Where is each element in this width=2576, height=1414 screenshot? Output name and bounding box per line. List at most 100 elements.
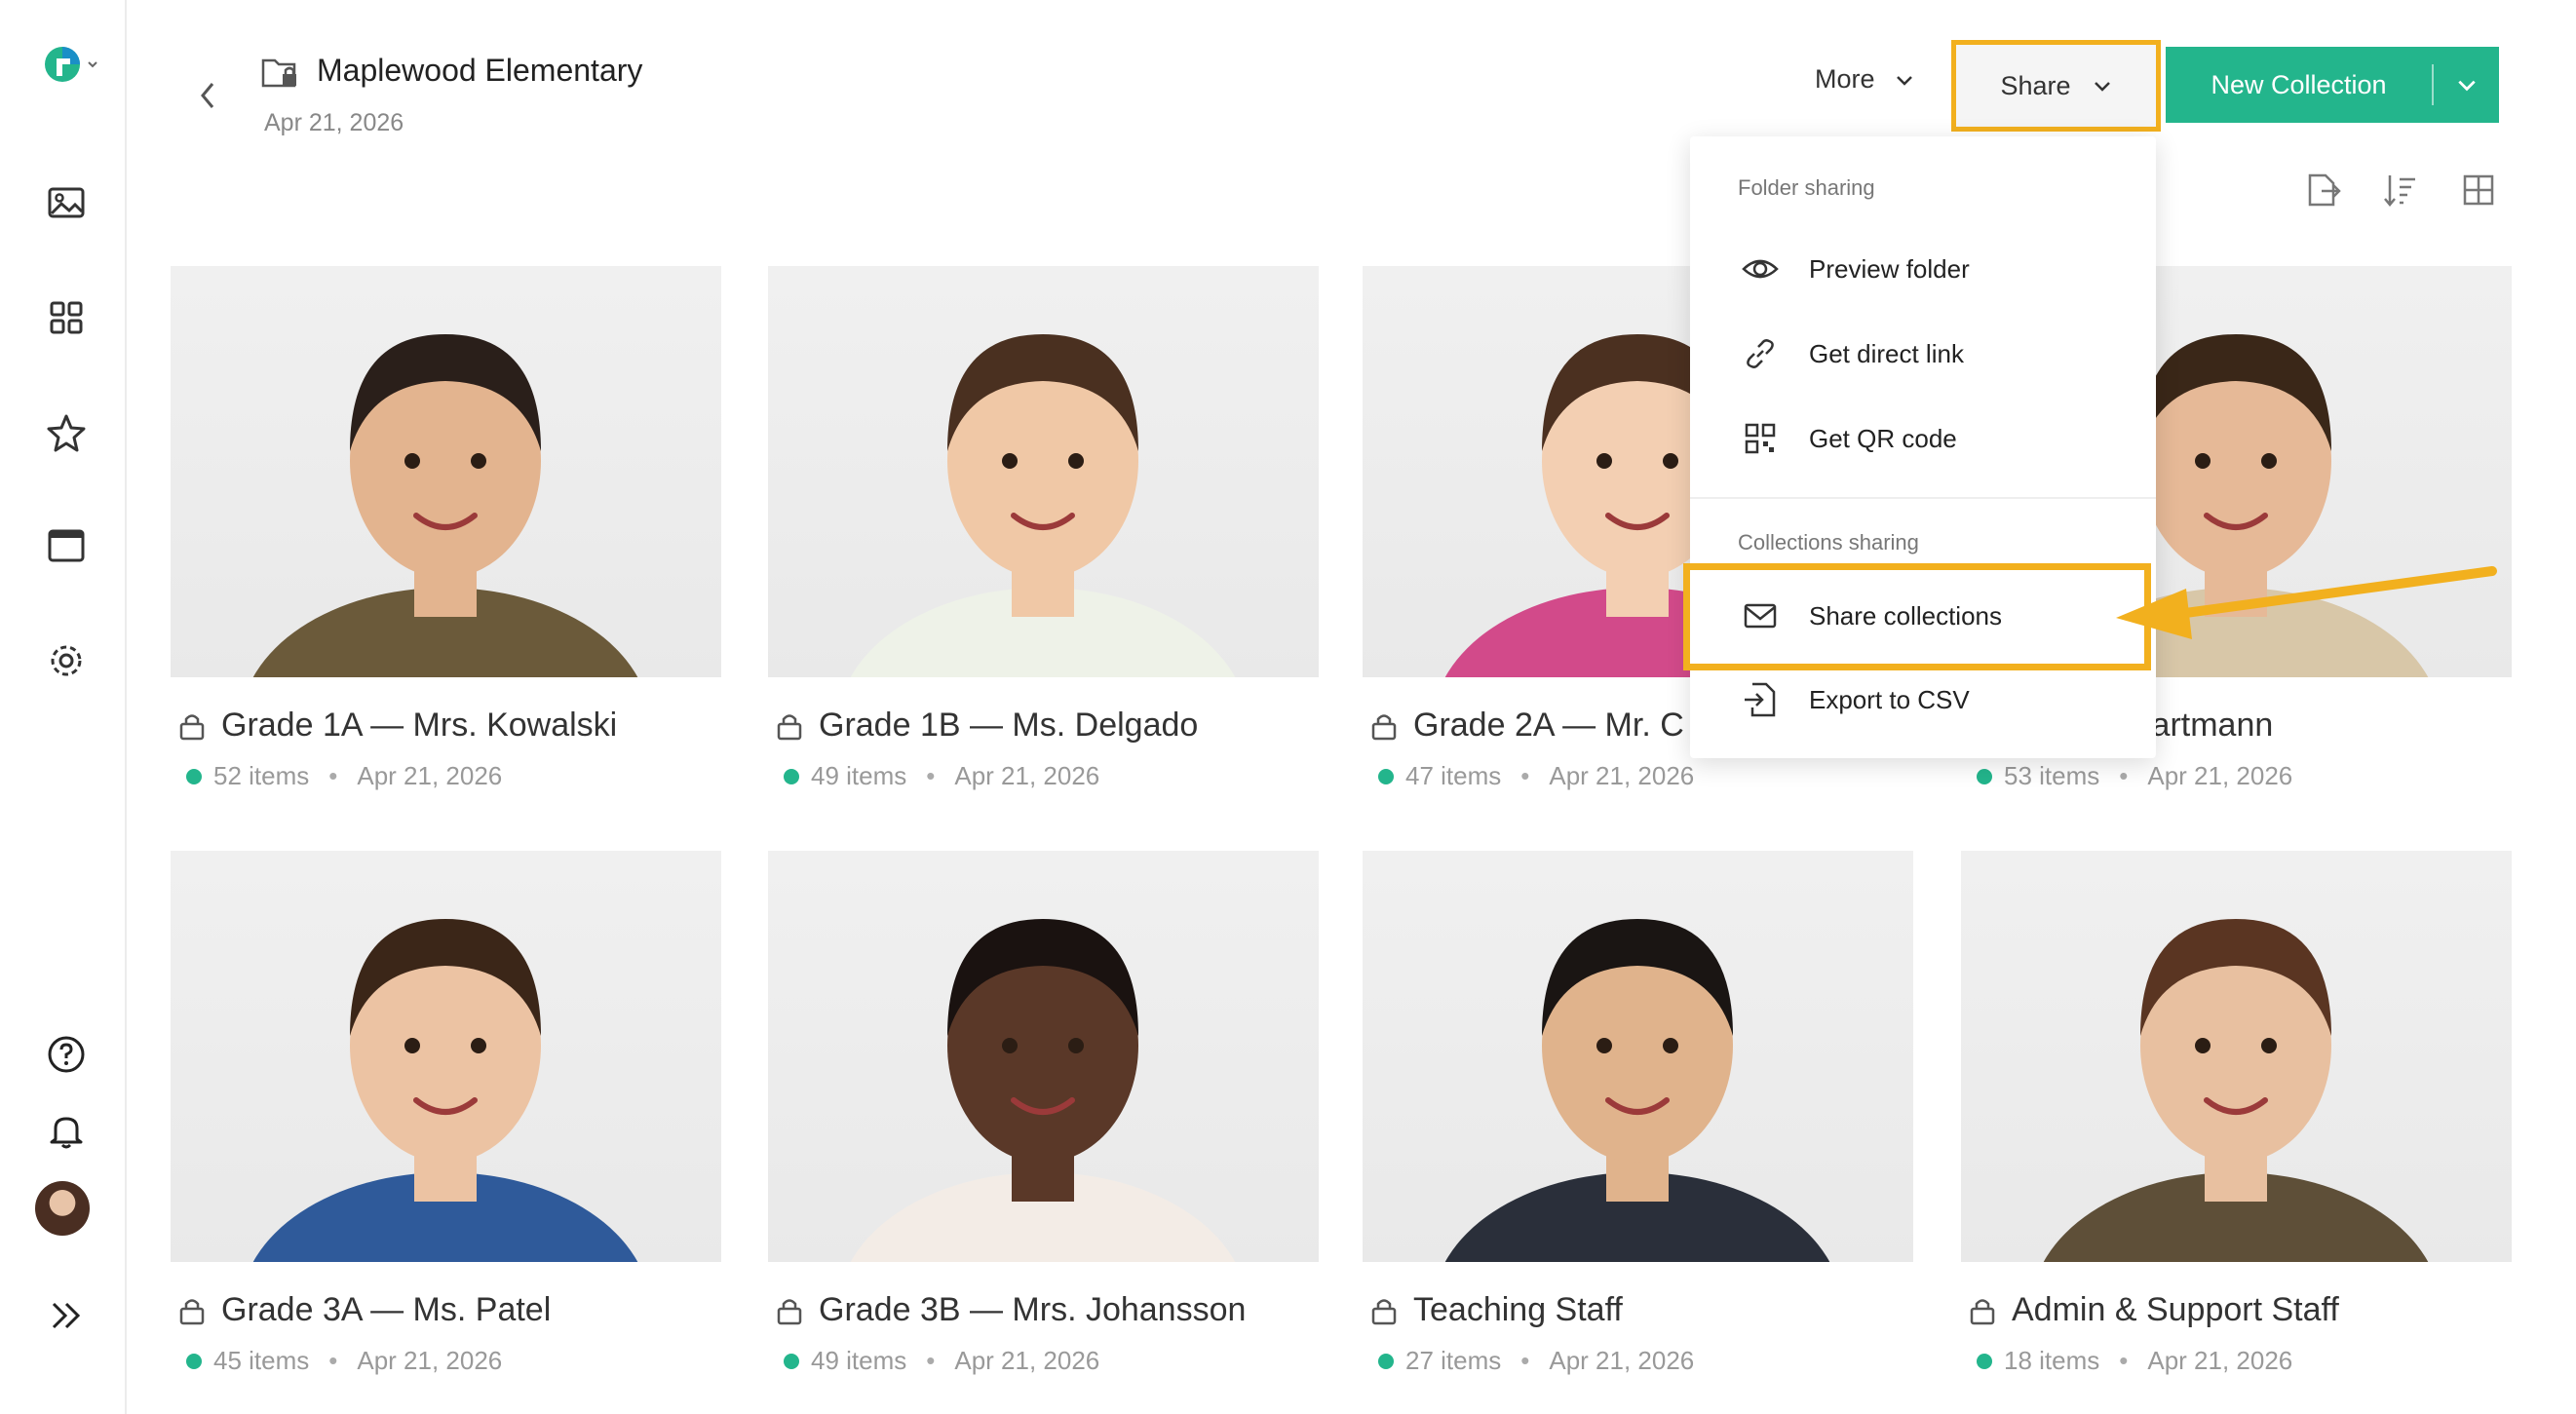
portrait-image bbox=[850, 919, 1236, 1262]
collection-date: Apr 21, 2026 bbox=[954, 1346, 1100, 1375]
collection-title-row[interactable]: Grade 1A — Mrs. Kowalski bbox=[178, 707, 617, 745]
preview-folder-item[interactable]: Preview folder bbox=[1741, 249, 1970, 288]
lock-icon bbox=[179, 1298, 205, 1324]
separator-dot: • bbox=[2119, 1346, 2129, 1375]
logo-icon bbox=[45, 47, 80, 82]
separator-dot: • bbox=[1520, 761, 1530, 790]
lock-icon bbox=[777, 713, 802, 740]
view-toolbar bbox=[2304, 172, 2497, 209]
collection-cover-photo[interactable] bbox=[1363, 851, 1913, 1262]
new-collection-label: New Collection bbox=[2211, 69, 2387, 99]
export-icon[interactable] bbox=[2304, 172, 2341, 209]
status-dot bbox=[784, 1353, 799, 1369]
item-count: 45 items bbox=[213, 1346, 310, 1375]
separator-dot: • bbox=[926, 761, 936, 790]
pointer-arrow-icon bbox=[2116, 566, 2497, 639]
collection-cover-photo[interactable] bbox=[171, 266, 721, 677]
page-title: Maplewood Elementary bbox=[317, 53, 643, 88]
collection-title: Admin & Support Staff bbox=[2012, 1291, 2339, 1328]
link-icon bbox=[1747, 339, 1774, 368]
sidebar-item-favorites[interactable] bbox=[37, 403, 96, 462]
export-csv-item[interactable]: Export to CSV bbox=[1741, 680, 1970, 719]
sidebar-item-settings[interactable] bbox=[37, 631, 96, 690]
collection-card[interactable]: Admin & Support Staff 18 items • Apr 21,… bbox=[1961, 851, 2512, 1375]
export-file-icon bbox=[1745, 682, 1776, 717]
share-button[interactable]: Share bbox=[1951, 40, 2161, 132]
new-collection-button[interactable]: New Collection bbox=[2166, 47, 2499, 123]
collection-date: Apr 21, 2026 bbox=[1549, 1346, 1695, 1375]
sidebar-item-notifications[interactable] bbox=[37, 1101, 96, 1160]
status-dot bbox=[784, 768, 799, 784]
sidebar-item-dashboard[interactable] bbox=[37, 288, 96, 347]
sort-icon[interactable] bbox=[2382, 172, 2419, 209]
sidebar-item-help[interactable] bbox=[37, 1025, 96, 1084]
qr-code-label: Get QR code bbox=[1809, 423, 1957, 453]
collection-cover-photo[interactable] bbox=[768, 851, 1319, 1262]
separator-dot: • bbox=[328, 761, 338, 790]
collection-card[interactable]: Grade 3A — Ms. Patel 45 items • Apr 21, … bbox=[171, 851, 721, 1375]
collection-title-row[interactable]: Teaching Staff bbox=[1370, 1291, 1623, 1329]
grid-view-icon[interactable] bbox=[2460, 172, 2497, 209]
more-label: More bbox=[1815, 64, 1875, 94]
collection-cover-photo[interactable] bbox=[171, 851, 721, 1262]
sidebar-item-website[interactable] bbox=[37, 516, 96, 575]
collection-title-row[interactable]: Grade 1B — Ms. Delgado bbox=[776, 707, 1198, 745]
collection-meta: 47 items • Apr 21, 2026 bbox=[1378, 761, 1694, 791]
portrait-image bbox=[252, 334, 638, 677]
qr-code-icon bbox=[1745, 423, 1776, 454]
portrait-image bbox=[2043, 919, 2429, 1262]
direct-link-label: Get direct link bbox=[1809, 338, 1964, 368]
collection-title-row[interactable]: Grade 2A — Mr. C bbox=[1370, 707, 1684, 745]
lock-icon bbox=[777, 1298, 802, 1324]
collection-meta: 53 items • Apr 21, 2026 bbox=[1977, 761, 2292, 791]
collection-date: Apr 21, 2026 bbox=[1549, 761, 1695, 790]
folder-date: Apr 21, 2026 bbox=[264, 109, 404, 136]
item-count: 53 items bbox=[2004, 761, 2100, 790]
help-icon bbox=[48, 1036, 85, 1073]
collection-title-row[interactable]: Grade 3B — Mrs. Johansson bbox=[776, 1291, 1246, 1329]
collection-cover-photo[interactable] bbox=[1961, 851, 2512, 1262]
new-collection-dropdown[interactable] bbox=[2434, 74, 2499, 96]
sidebar-item-photos[interactable] bbox=[37, 173, 96, 232]
qr-code-item[interactable]: Get QR code bbox=[1741, 419, 1957, 458]
item-count: 27 items bbox=[1405, 1346, 1502, 1375]
portrait-image bbox=[252, 919, 638, 1262]
collection-meta: 27 items • Apr 21, 2026 bbox=[1378, 1346, 1694, 1376]
collection-meta: 18 items • Apr 21, 2026 bbox=[1977, 1346, 2292, 1376]
item-count: 52 items bbox=[213, 761, 310, 790]
collection-card[interactable]: Grade 1B — Ms. Delgado 49 items • Apr 21… bbox=[768, 266, 1319, 790]
gear-icon bbox=[51, 645, 82, 676]
collection-title: Grade 2A — Mr. C bbox=[1413, 707, 1684, 744]
share-label: Share bbox=[2000, 70, 2071, 100]
sidebar-expand-button[interactable] bbox=[37, 1286, 96, 1345]
more-button[interactable]: More bbox=[1815, 64, 1914, 95]
dashboard-icon bbox=[50, 301, 83, 334]
menu-divider bbox=[1690, 497, 2156, 499]
lock-icon bbox=[1371, 713, 1397, 740]
photos-icon bbox=[48, 187, 85, 218]
item-count: 49 items bbox=[811, 761, 907, 790]
highlight-box bbox=[1683, 563, 2151, 670]
collection-title: Teaching Staff bbox=[1413, 1291, 1623, 1328]
collection-title-row[interactable]: Admin & Support Staff bbox=[1969, 1291, 2339, 1329]
chevron-down-icon bbox=[1896, 75, 1912, 86]
app-logo[interactable] bbox=[43, 45, 99, 84]
collection-card[interactable]: Grade 3B — Mrs. Johansson 49 items • Apr… bbox=[768, 851, 1319, 1375]
collection-cover-photo[interactable] bbox=[768, 266, 1319, 677]
collection-title: Grade 1A — Mrs. Kowalski bbox=[221, 707, 618, 744]
preview-folder-label: Preview folder bbox=[1809, 253, 1970, 284]
back-icon[interactable] bbox=[191, 78, 226, 113]
window-icon bbox=[48, 529, 85, 562]
status-dot bbox=[1977, 1353, 1992, 1369]
chevron-down-icon bbox=[88, 61, 97, 68]
avatar[interactable] bbox=[35, 1181, 90, 1236]
direct-link-item[interactable]: Get direct link bbox=[1741, 334, 1964, 373]
collection-card[interactable]: Grade 1A — Mrs. Kowalski 52 items • Apr … bbox=[171, 266, 721, 790]
collection-card[interactable]: Teaching Staff 27 items • Apr 21, 2026 bbox=[1363, 851, 1913, 1375]
collection-title: Grade 3A — Ms. Patel bbox=[221, 1291, 552, 1328]
collection-title: Grade 1B — Ms. Delgado bbox=[819, 707, 1199, 744]
collection-meta: 45 items • Apr 21, 2026 bbox=[186, 1346, 502, 1376]
collections-sharing-heading: Collections sharing bbox=[1738, 530, 1919, 554]
collection-title-row[interactable]: Grade 3A — Ms. Patel bbox=[178, 1291, 551, 1329]
chevron-down-icon bbox=[2457, 80, 2476, 92]
